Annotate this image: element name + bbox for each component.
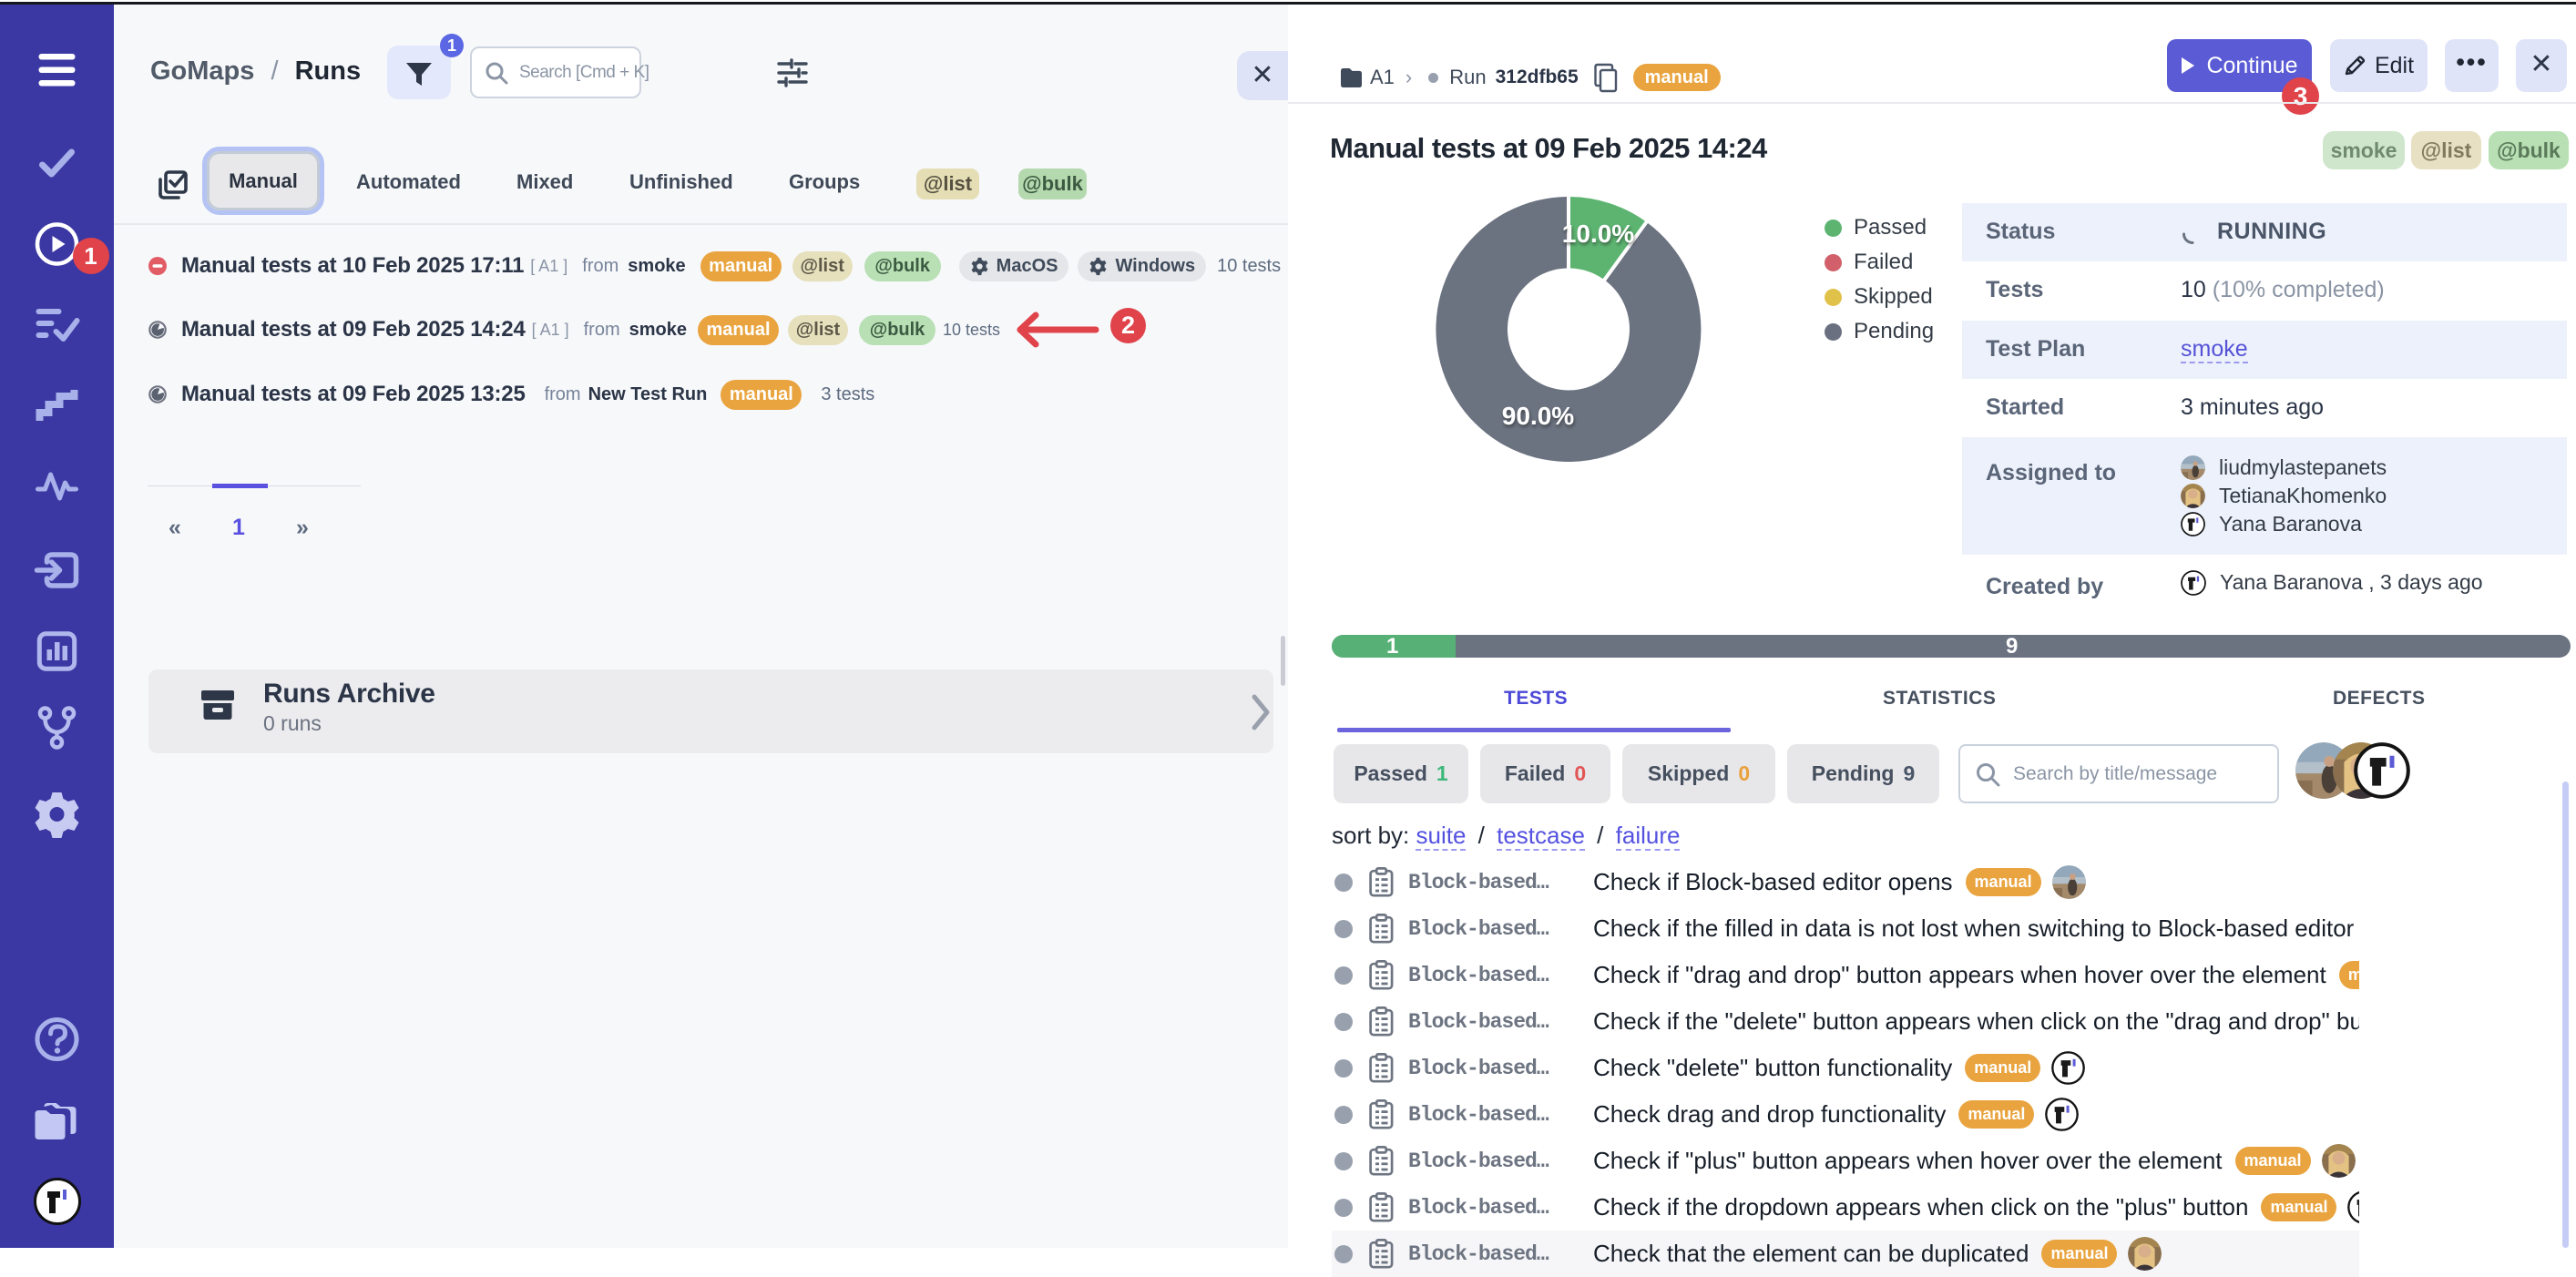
svg-text:10.0%: 10.0% bbox=[1562, 220, 1634, 248]
svg-text:90.0%: 90.0% bbox=[1502, 402, 1574, 430]
